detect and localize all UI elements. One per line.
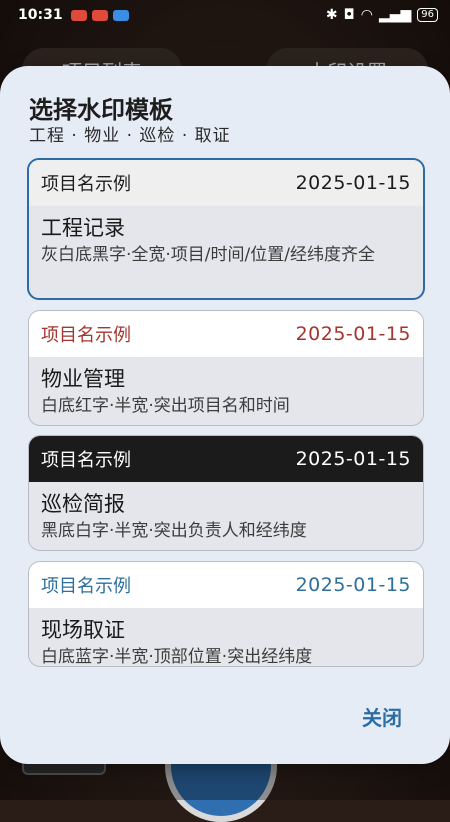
app-notification-icon — [70, 9, 87, 21]
preview-date: 2025-01-15 — [295, 574, 411, 596]
template-name: 物业管理 — [41, 367, 125, 391]
preview-project-name: 项目名示例 — [41, 576, 131, 597]
template-card-evidence[interactable]: 项目名示例 2025-01-15 现场取证 白底蓝字·半宽·顶部位置·突出经纬度 — [28, 561, 424, 667]
template-name: 巡检简报 — [41, 492, 125, 516]
dialog-subtitle: 工程 · 物业 · 巡检 · 取证 — [29, 126, 231, 146]
template-card-inspection[interactable]: 项目名示例 2025-01-15 巡检简报 黑底白字·半宽·突出负责人和经纬度 — [28, 435, 424, 551]
preview-project-name: 项目名示例 — [41, 450, 131, 471]
preview-project-name: 项目名示例 — [41, 325, 131, 346]
template-preview-header: 项目名示例 2025-01-15 — [29, 160, 423, 206]
template-description: 灰白底黑字·全宽·项目/时间/位置/经纬度齐全 — [41, 245, 375, 265]
template-preview-header: 项目名示例 2025-01-15 — [29, 311, 423, 357]
cloud-notification-icon — [112, 9, 129, 21]
camera-status-icon: ◘ — [343, 7, 355, 23]
template-description: 黑底白字·半宽·突出负责人和经纬度 — [41, 521, 307, 541]
preview-date: 2025-01-15 — [295, 172, 411, 194]
template-name: 工程记录 — [41, 216, 125, 240]
template-card-property[interactable]: 项目名示例 2025-01-15 物业管理 白底红字·半宽·突出项目名和时间 — [28, 310, 424, 426]
preview-date: 2025-01-15 — [295, 323, 411, 345]
watermark-template-dialog: 选择水印模板 工程 · 物业 · 巡检 · 取证 项目名示例 2025-01-1… — [0, 66, 450, 764]
app-notification-icon — [91, 9, 108, 21]
signal-icon: ▂▄▆ — [378, 7, 412, 23]
template-card-engineering[interactable]: 项目名示例 2025-01-15 工程记录 灰白底黑字·全宽·项目/时间/位置/… — [27, 158, 425, 300]
template-preview-header: 项目名示例 2025-01-15 — [29, 436, 423, 482]
template-name: 现场取证 — [41, 618, 125, 642]
battery-icon: 96 — [417, 8, 438, 22]
template-preview-header: 项目名示例 2025-01-15 — [29, 562, 423, 608]
wifi-icon: ◠ — [360, 7, 373, 23]
status-bar: 10:31 ✱ ◘ ◠ ▂▄▆ 96 — [0, 0, 450, 30]
close-button[interactable]: 关闭 — [360, 698, 404, 735]
template-description: 白底红字·半宽·突出项目名和时间 — [41, 396, 290, 416]
preview-date: 2025-01-15 — [295, 448, 411, 470]
status-time: 10:31 — [18, 7, 63, 23]
dialog-title: 选择水印模板 — [29, 96, 173, 124]
preview-project-name: 项目名示例 — [41, 174, 131, 195]
template-description: 白底蓝字·半宽·顶部位置·突出经纬度 — [41, 647, 313, 667]
bluetooth-icon: ✱ — [325, 7, 338, 23]
